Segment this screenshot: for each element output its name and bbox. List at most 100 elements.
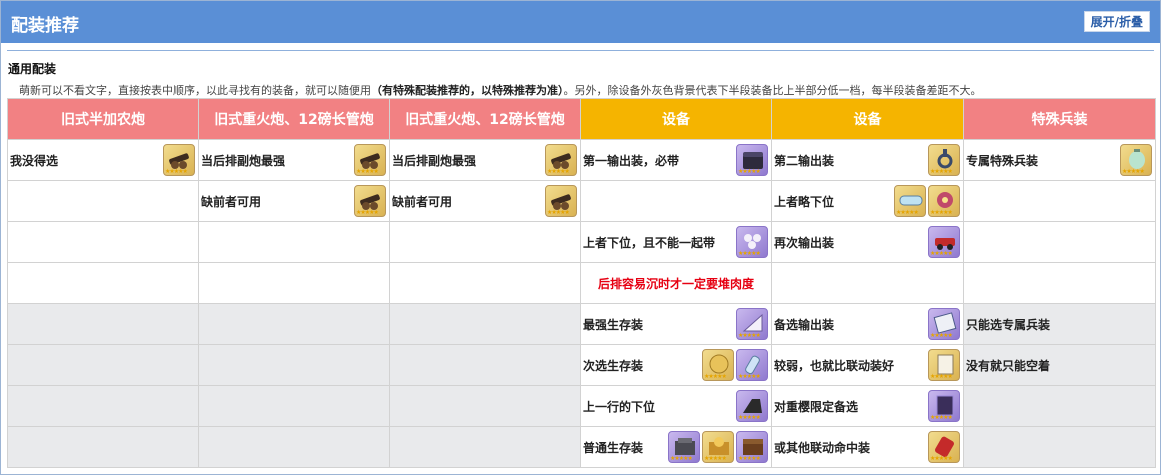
table-row: 上者下位，且不能一起带 ★★★★★ 再次输出装 ★★★★★ [7, 221, 1156, 263]
cell-label: 再次输出装 [774, 235, 835, 250]
equipment-icons: ★★★★★ [736, 390, 768, 422]
cell-label: 备选输出装 [774, 317, 835, 332]
cell-label: 次选生存装 [583, 358, 644, 373]
medal-icon[interactable]: ★★★★★ [702, 349, 734, 381]
column-header-equipment-b: 设备 [771, 98, 964, 140]
table-cell [198, 303, 390, 345]
table-cell: 较弱，也就比联动装好 ★★★★★ [771, 344, 964, 386]
equipment-icons: ★★★★★ ★★★★★ [702, 349, 768, 381]
column-header-equipment-a: 设备 [580, 98, 772, 140]
table-cell: 当后排副炮最强 ★★★★★ [198, 139, 390, 181]
heel-icon[interactable]: ★★★★★ [736, 390, 768, 422]
warning-note: 后排容易沉时才一定要堆肉度 [597, 276, 754, 291]
cell-label: 上者略下位 [774, 194, 835, 209]
table-row: 次选生存装 ★★★★★ ★★★★★ 较弱，也就比联动装好 ★★★★★ 没有就只能空着 [7, 344, 1156, 386]
table-cell [389, 344, 581, 386]
flower-icon[interactable]: ★★★★★ [928, 185, 960, 217]
equipment-icons: ★★★★★ [354, 144, 386, 176]
table-cell [580, 180, 772, 222]
note-text-after: 。另外，除设备外灰色背景代表下半段装备比上半部分低一档，每半段装备差距不大。 [563, 84, 982, 97]
table-cell: 上者略下位 ★★★★★ ★★★★★ [771, 180, 964, 222]
hook-icon[interactable]: ★★★★★ [928, 144, 960, 176]
table-cell [963, 180, 1156, 222]
cannon-icon[interactable]: ★★★★★ [354, 185, 386, 217]
cell-label: 当后排副炮最强 [201, 153, 286, 168]
cell-label: 第一输出装，必带 [583, 153, 680, 168]
cannon-icon[interactable]: ★★★★★ [163, 144, 195, 176]
cell-label: 缺前者可用 [392, 194, 453, 209]
pearls-icon[interactable]: ★★★★★ [736, 226, 768, 258]
table-cell [198, 262, 390, 304]
equipment-icons: ★★★★★ [928, 226, 960, 258]
column-header-heavy-cannon-b: 旧式重火炮、12磅长管炮 [389, 98, 581, 140]
cell-label: 或其他联动命中装 [774, 440, 871, 455]
bottle-icon[interactable]: ★★★★★ [736, 349, 768, 381]
wood-chest-icon[interactable]: ★★★★★ [736, 431, 768, 463]
equipment-icons: ★★★★★ [736, 226, 768, 258]
table-cell [198, 385, 390, 427]
cell-label: 最强生存装 [583, 317, 644, 332]
table-cell: 缺前者可用 ★★★★★ [389, 180, 581, 222]
cell-label: 上一行的下位 [583, 399, 656, 414]
gold-chest-icon[interactable]: ★★★★★ [702, 431, 734, 463]
cell-label: 普通生存装 [583, 440, 644, 455]
panel-header: 配装推荐 展开/折叠 [1, 1, 1160, 43]
table-cell: 次选生存装 ★★★★★ ★★★★★ [580, 344, 772, 386]
chest-icon[interactable]: ★★★★★ [736, 144, 768, 176]
cannon-icon[interactable]: ★★★★★ [545, 144, 577, 176]
gear-recommendation-panel: 配装推荐 展开/折叠 通用配装 萌新可以不看文字，直接按表中顺序，以此寻找有的装… [0, 0, 1161, 475]
table-cell [389, 221, 581, 263]
table-cell [389, 262, 581, 304]
book-icon[interactable]: ★★★★★ [928, 390, 960, 422]
fan-icon[interactable]: ★★★★★ [736, 308, 768, 340]
cell-label: 我没得选 [10, 153, 59, 168]
lantern-icon[interactable]: ★★★★★ [1120, 144, 1152, 176]
table-cell: 当后排副炮最强 ★★★★★ [389, 139, 581, 181]
equipment-icons: ★★★★★ [545, 185, 577, 217]
table-cell: 上一行的下位 ★★★★★ [580, 385, 772, 427]
equipment-icons: ★★★★★ [163, 144, 195, 176]
equipment-icons: ★★★★★ [928, 390, 960, 422]
equipment-icons: ★★★★★ [1120, 144, 1152, 176]
table-cell: 第一输出装，必带 ★★★★★ [580, 139, 772, 181]
cell-label: 当后排副炮最强 [392, 153, 477, 168]
column-header-half-cannon: 旧式半加农炮 [7, 98, 199, 140]
table-cell: 后排容易沉时才一定要堆肉度 [580, 262, 772, 304]
table-cell [7, 344, 199, 386]
crate-icon[interactable]: ★★★★★ [668, 431, 700, 463]
capsule-icon[interactable]: ★★★★★ [894, 185, 926, 217]
cell-label: 上者下位，且不能一起带 [583, 235, 716, 250]
section-title: 通用配装 [8, 62, 57, 76]
table-cell: 最强生存装 ★★★★★ [580, 303, 772, 345]
car-icon[interactable]: ★★★★★ [928, 226, 960, 258]
table-row: 普通生存装 ★★★★★ ★★★★★ ★★★★★ 或其他联动命中装 ★★★★★ [7, 426, 1156, 468]
red-device-icon[interactable]: ★★★★★ [928, 431, 960, 463]
cannon-icon[interactable]: ★★★★★ [354, 144, 386, 176]
equipment-icons: ★★★★★ ★★★★★ [894, 185, 960, 217]
table-cell: 专属特殊兵装 ★★★★★ [963, 139, 1156, 181]
equipment-icons: ★★★★★ ★★★★★ ★★★★★ [668, 431, 768, 463]
equipment-icons: ★★★★★ [928, 349, 960, 381]
table-cell: 对重樱限定备选 ★★★★★ [771, 385, 964, 427]
cell-label: 缺前者可用 [201, 194, 262, 209]
panel-title: 配装推荐 [11, 16, 79, 36]
expand-collapse-button[interactable]: 展开/折叠 [1083, 11, 1150, 32]
cell-label: 对重樱限定备选 [774, 399, 859, 414]
manual-icon[interactable]: ★★★★★ [928, 308, 960, 340]
table-cell [198, 344, 390, 386]
table-row: 我没得选 ★★★★★ 当后排副炮最强 ★★★★★ 当后排副炮最强 ★★★★★ 第一输出装，必… [7, 139, 1156, 181]
equipment-icons: ★★★★★ [928, 144, 960, 176]
table-cell [7, 303, 199, 345]
table-cell: 第二输出装 ★★★★★ [771, 139, 964, 181]
equipment-icons: ★★★★★ [736, 308, 768, 340]
table-cell [198, 426, 390, 468]
paper-icon[interactable]: ★★★★★ [928, 349, 960, 381]
table-cell: 普通生存装 ★★★★★ ★★★★★ ★★★★★ [580, 426, 772, 468]
cell-label: 没有就只能空着 [966, 358, 1051, 373]
equipment-icons: ★★★★★ [928, 431, 960, 463]
table-cell [771, 262, 964, 304]
table-row: 最强生存装 ★★★★★ 备选输出装 ★★★★★ 只能选专属兵装 [7, 303, 1156, 345]
equipment-icons: ★★★★★ [928, 308, 960, 340]
cannon-icon[interactable]: ★★★★★ [545, 185, 577, 217]
table-cell [7, 221, 199, 263]
